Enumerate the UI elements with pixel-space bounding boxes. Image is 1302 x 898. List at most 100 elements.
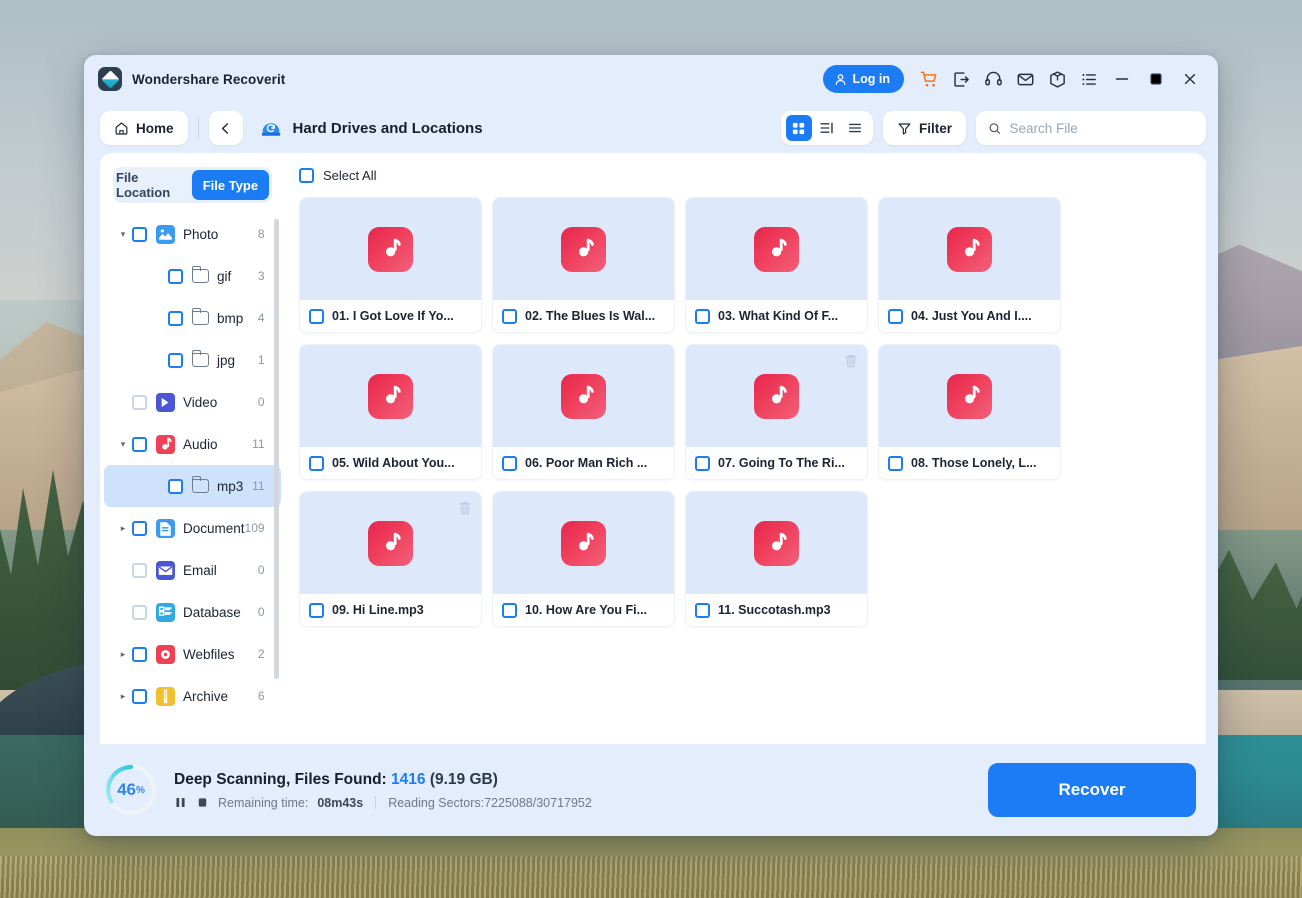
chevron-down-icon[interactable]: ▾ (114, 439, 132, 450)
chevron-right-icon[interactable]: ▸ (114, 649, 132, 660)
sidebar-checkbox-archive[interactable] (132, 688, 147, 704)
select-all-checkbox[interactable] (299, 167, 314, 183)
scan-progress-ring: 46 % (104, 763, 158, 817)
list-view-button[interactable] (842, 115, 868, 141)
file-card[interactable]: 10. How Are You Fi... (492, 491, 675, 627)
music-note-icon (385, 532, 401, 551)
file-checkbox[interactable] (695, 455, 710, 471)
file-card[interactable]: 02. The Blues Is Wal... (492, 197, 675, 333)
select-all-row[interactable]: Select All (285, 153, 1206, 197)
sidebar-item-label: mp3 (217, 478, 244, 494)
file-checkbox[interactable] (502, 455, 517, 471)
chevron-right-icon[interactable]: ▸ (114, 691, 132, 702)
minimize-icon[interactable] (1106, 64, 1138, 94)
grid-view-button[interactable] (785, 115, 812, 141)
remaining-time-value: 08m43s (317, 795, 364, 810)
sidebar-checkbox-document[interactable] (132, 520, 147, 536)
sidebar-checkbox-email[interactable] (132, 562, 147, 578)
file-checkbox[interactable] (888, 308, 903, 324)
file-caption: 08. Those Lonely, L... (879, 447, 1060, 479)
sidebar-scrollbar[interactable] (273, 219, 279, 728)
cart-icon[interactable] (914, 64, 944, 94)
select-all-label: Select All (323, 167, 377, 183)
headset-icon[interactable] (978, 64, 1008, 94)
sidebar-checkbox-webfiles[interactable] (132, 646, 147, 662)
maximize-icon[interactable] (1140, 64, 1172, 94)
sidebar-item-jpg[interactable]: jpg 1 (104, 339, 281, 381)
page-title: Hard Drives and Locations (292, 119, 483, 137)
file-checkbox[interactable] (309, 602, 324, 618)
sidebar-item-email[interactable]: Email 0 (104, 549, 281, 591)
mail-icon[interactable] (1010, 64, 1040, 94)
file-checkbox[interactable] (309, 455, 324, 471)
sidebar-checkbox-bmp[interactable] (168, 310, 183, 326)
file-card[interactable]: 05. Wild About You... (299, 344, 482, 480)
sidebar-item-webfiles[interactable]: ▸ Webfiles 2 (104, 633, 281, 675)
chevron-left-icon (222, 122, 229, 134)
file-thumbnail (493, 198, 674, 300)
file-card[interactable]: 03. What Kind Of F... (685, 197, 868, 333)
sidebar-checkbox-jpg[interactable] (168, 352, 183, 368)
file-checkbox[interactable] (695, 602, 710, 618)
back-button[interactable] (208, 111, 243, 145)
detail-view-button[interactable] (814, 115, 840, 141)
recover-button[interactable]: Recover (988, 763, 1196, 817)
chevron-down-icon[interactable]: ▾ (114, 229, 132, 240)
search-box[interactable] (976, 111, 1206, 145)
sidebar-checkbox-database[interactable] (132, 604, 147, 620)
sidebar-item-gif[interactable]: gif 3 (104, 255, 281, 297)
search-input[interactable] (1009, 120, 1194, 136)
sidebar-checkbox-photo[interactable] (132, 226, 147, 242)
close-icon[interactable] (1174, 64, 1206, 94)
sidebar-checkbox-gif[interactable] (168, 268, 183, 284)
file-caption: 11. Succotash.mp3 (686, 594, 867, 626)
file-card[interactable]: 07. Going To The Ri... (685, 344, 868, 480)
file-name: 02. The Blues Is Wal... (525, 309, 656, 323)
sidebar-item-document[interactable]: ▸ Document 109 (104, 507, 281, 549)
sidebar-item-photo[interactable]: ▾ Photo 8 (104, 213, 281, 255)
export-icon[interactable] (946, 64, 976, 94)
filter-button[interactable]: Filter (882, 111, 966, 145)
chevron-right-icon[interactable]: ▸ (114, 523, 132, 534)
list-detail-icon (820, 122, 833, 134)
file-card[interactable]: 01. I Got Love If Yo... (299, 197, 482, 333)
pause-icon[interactable] (174, 796, 187, 809)
sidebar-item-audio[interactable]: ▾ Audio 11 (104, 423, 281, 465)
home-button[interactable]: Home (100, 111, 188, 145)
sidebar-checkbox-mp3[interactable] (168, 478, 183, 494)
sidebar-scrollbar-thumb[interactable] (273, 219, 279, 679)
file-pane: Select All 01. I Got Love If Yo... 02. Th… (285, 153, 1206, 744)
progress-value: 46 (117, 780, 136, 799)
sidebar-item-bmp[interactable]: bmp 4 (104, 297, 281, 339)
mp3-file-icon (561, 226, 606, 272)
sidebar-item-video[interactable]: Video 0 (104, 381, 281, 423)
file-card[interactable]: 08. Those Lonely, L... (878, 344, 1061, 480)
deleted-badge-icon (459, 501, 471, 515)
login-button[interactable]: Log in (822, 65, 904, 93)
list-icon (848, 123, 861, 133)
sidebar-checkbox-video[interactable] (132, 394, 147, 410)
tab-file-type[interactable]: File Type (192, 170, 269, 200)
file-card[interactable]: 04. Just You And I.... (878, 197, 1061, 333)
sidebar-item-mp3[interactable]: mp3 11 (104, 465, 281, 507)
file-checkbox[interactable] (309, 308, 324, 324)
webfile-icon (156, 644, 175, 664)
file-checkbox[interactable] (502, 602, 517, 618)
file-checkbox[interactable] (695, 308, 710, 324)
music-note-icon (385, 385, 401, 404)
mp3-file-icon (947, 373, 992, 419)
mp3-file-icon (368, 226, 413, 272)
tab-file-location[interactable]: File Location (116, 170, 192, 200)
sidebar-item-database[interactable]: Database 0 (104, 591, 281, 633)
file-card[interactable]: 09. Hi Line.mp3 (299, 491, 482, 627)
file-checkbox[interactable] (502, 308, 517, 324)
box-icon[interactable] (1042, 64, 1072, 94)
sidebar-item-archive[interactable]: ▸ Archive 6 (104, 675, 281, 717)
list-menu-icon[interactable] (1074, 64, 1104, 94)
stop-icon[interactable] (196, 796, 209, 809)
file-checkbox[interactable] (888, 455, 903, 471)
sidebar-checkbox-audio[interactable] (132, 436, 147, 452)
file-thumbnail (300, 198, 481, 300)
file-card[interactable]: 11. Succotash.mp3 (685, 491, 868, 627)
file-card[interactable]: 06. Poor Man Rich ... (492, 344, 675, 480)
